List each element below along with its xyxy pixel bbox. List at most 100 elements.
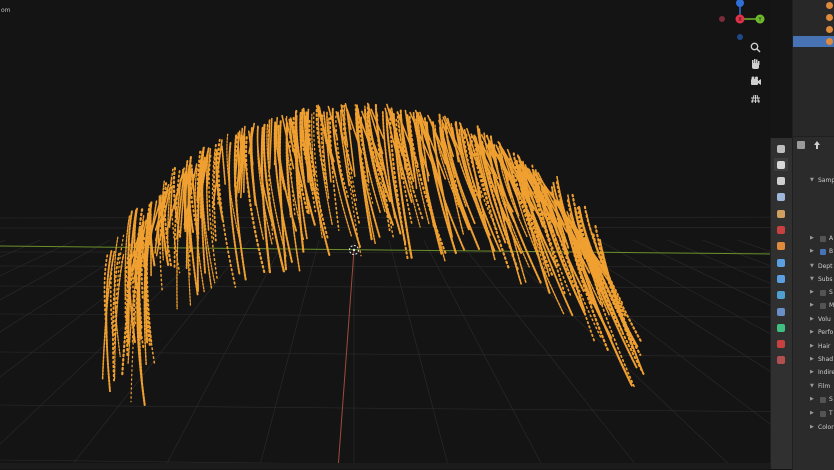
checkbox[interactable] (820, 303, 826, 309)
checkbox[interactable] (820, 397, 826, 403)
grid-line (0, 240, 110, 469)
panel-label: Dept (818, 263, 832, 270)
hand-pan-icon[interactable] (750, 59, 766, 75)
checkbox-label: T (829, 410, 833, 417)
data-icon[interactable] (774, 321, 788, 334)
gizmo-x-label: X (738, 17, 742, 23)
chevron-down-icon: ▼ (810, 383, 814, 389)
checkbox-row[interactable]: ▶A (793, 233, 834, 245)
particles-icon[interactable] (774, 272, 788, 285)
grid-line (69, 240, 249, 469)
render-icon[interactable] (774, 158, 788, 171)
grid-line (702, 240, 770, 469)
outliner-row[interactable] (793, 24, 834, 35)
panel-header[interactable]: ▶ Color (793, 422, 834, 434)
material-icon[interactable] (774, 338, 788, 351)
z-axis-line (338, 250, 354, 469)
modifier-icon[interactable] (774, 256, 788, 269)
constraints-icon[interactable] (774, 305, 788, 318)
gizmo-z-handle[interactable] (736, 0, 744, 7)
checkbox-row[interactable]: ▶T (793, 408, 834, 420)
grid-line (164, 240, 284, 469)
properties-header (793, 137, 834, 153)
3d-viewport[interactable]: om X Y (0, 0, 770, 469)
gizmo-neg-y-handle[interactable] (719, 16, 725, 22)
checkbox-row[interactable]: ▶S (793, 394, 834, 406)
panel-header[interactable]: ▼Dept (793, 261, 834, 273)
hair-particles (103, 104, 644, 405)
checkbox-label: A (829, 235, 833, 242)
camera-icon[interactable] (750, 76, 766, 92)
editor-type-icon[interactable] (797, 141, 805, 149)
grid-line (668, 240, 770, 469)
texture-icon[interactable] (774, 354, 788, 367)
checkbox[interactable] (820, 249, 826, 255)
object-icon (826, 2, 833, 9)
outliner-row[interactable] (793, 12, 834, 23)
panel-label: Indire (818, 369, 834, 376)
chevron-right-icon: ▶ (810, 356, 814, 362)
chevron-right-icon: ▶ (810, 369, 814, 375)
outliner-panel (792, 0, 834, 136)
grid-line (259, 240, 319, 469)
view-layer-icon[interactable] (774, 191, 788, 204)
panel-header[interactable]: ▶Hair (793, 341, 834, 353)
outliner-row[interactable] (793, 36, 834, 47)
panel-header[interactable]: ▼ Samp (793, 175, 834, 187)
object-icon (826, 26, 833, 33)
viewport-label: om (1, 7, 11, 14)
world-icon[interactable] (774, 224, 788, 237)
panel-header[interactable]: ▶ Indire (793, 367, 834, 379)
panel-label: Shad (818, 356, 833, 363)
viewport-canvas[interactable] (0, 0, 770, 469)
panel-label: Samp (818, 177, 834, 184)
panel-header[interactable]: ▼Subs (793, 274, 834, 286)
physics-icon[interactable] (774, 289, 788, 302)
checkbox[interactable] (820, 236, 826, 242)
panel-header[interactable]: ▶ Volu (793, 314, 834, 326)
panel-header[interactable]: ▶Perfo (793, 327, 834, 339)
panel-header[interactable]: ▼Film (793, 381, 834, 393)
chevron-right-icon: ▶ (810, 302, 814, 308)
output-icon[interactable] (774, 175, 788, 188)
checkbox[interactable] (820, 411, 826, 417)
checkbox-row[interactable]: ▶B (793, 246, 834, 258)
checkbox-row[interactable]: ▶S (793, 287, 834, 299)
zoom-icon[interactable] (750, 42, 766, 58)
grid-icon[interactable] (750, 93, 766, 109)
checkbox-label: S (829, 396, 833, 403)
panel-header[interactable]: ▶ Shad (793, 354, 834, 366)
object-icon (826, 14, 833, 21)
pin-icon[interactable] (814, 141, 820, 149)
checkbox-row[interactable]: ▶M (793, 300, 834, 312)
checkbox-label: M (829, 302, 834, 309)
chevron-right-icon: ▶ (810, 396, 814, 402)
panel-label: Color (818, 424, 834, 431)
object-icon[interactable] (774, 240, 788, 253)
checkbox-label: B (829, 248, 833, 255)
object-icon (826, 38, 833, 45)
chevron-down-icon: ▼ (810, 177, 814, 183)
chevron-right-icon: ▶ (810, 410, 814, 416)
grid-line (0, 240, 75, 469)
outliner-row[interactable] (793, 0, 834, 11)
grid-line (0, 405, 770, 412)
panel-label: Hair (818, 343, 830, 350)
grid-line (598, 240, 770, 469)
status-bar (0, 463, 770, 469)
grid-line (737, 240, 770, 469)
gizmo-neg-z-handle[interactable] (737, 34, 743, 40)
grid-line (0, 217, 770, 218)
hair-strand (301, 112, 302, 159)
grid-line (0, 240, 40, 469)
checkbox[interactable] (820, 290, 826, 296)
grid-line (0, 266, 770, 267)
chevron-right-icon: ▶ (810, 424, 814, 430)
chevron-right-icon: ▶ (810, 316, 814, 322)
properties-tab-strip (770, 138, 793, 469)
navigation-gizmo[interactable]: X Y (718, 0, 770, 45)
scene-icon[interactable] (774, 207, 788, 220)
tool-icon[interactable] (774, 142, 788, 155)
grid-line (528, 240, 770, 469)
panel-label: Volu (818, 316, 831, 323)
